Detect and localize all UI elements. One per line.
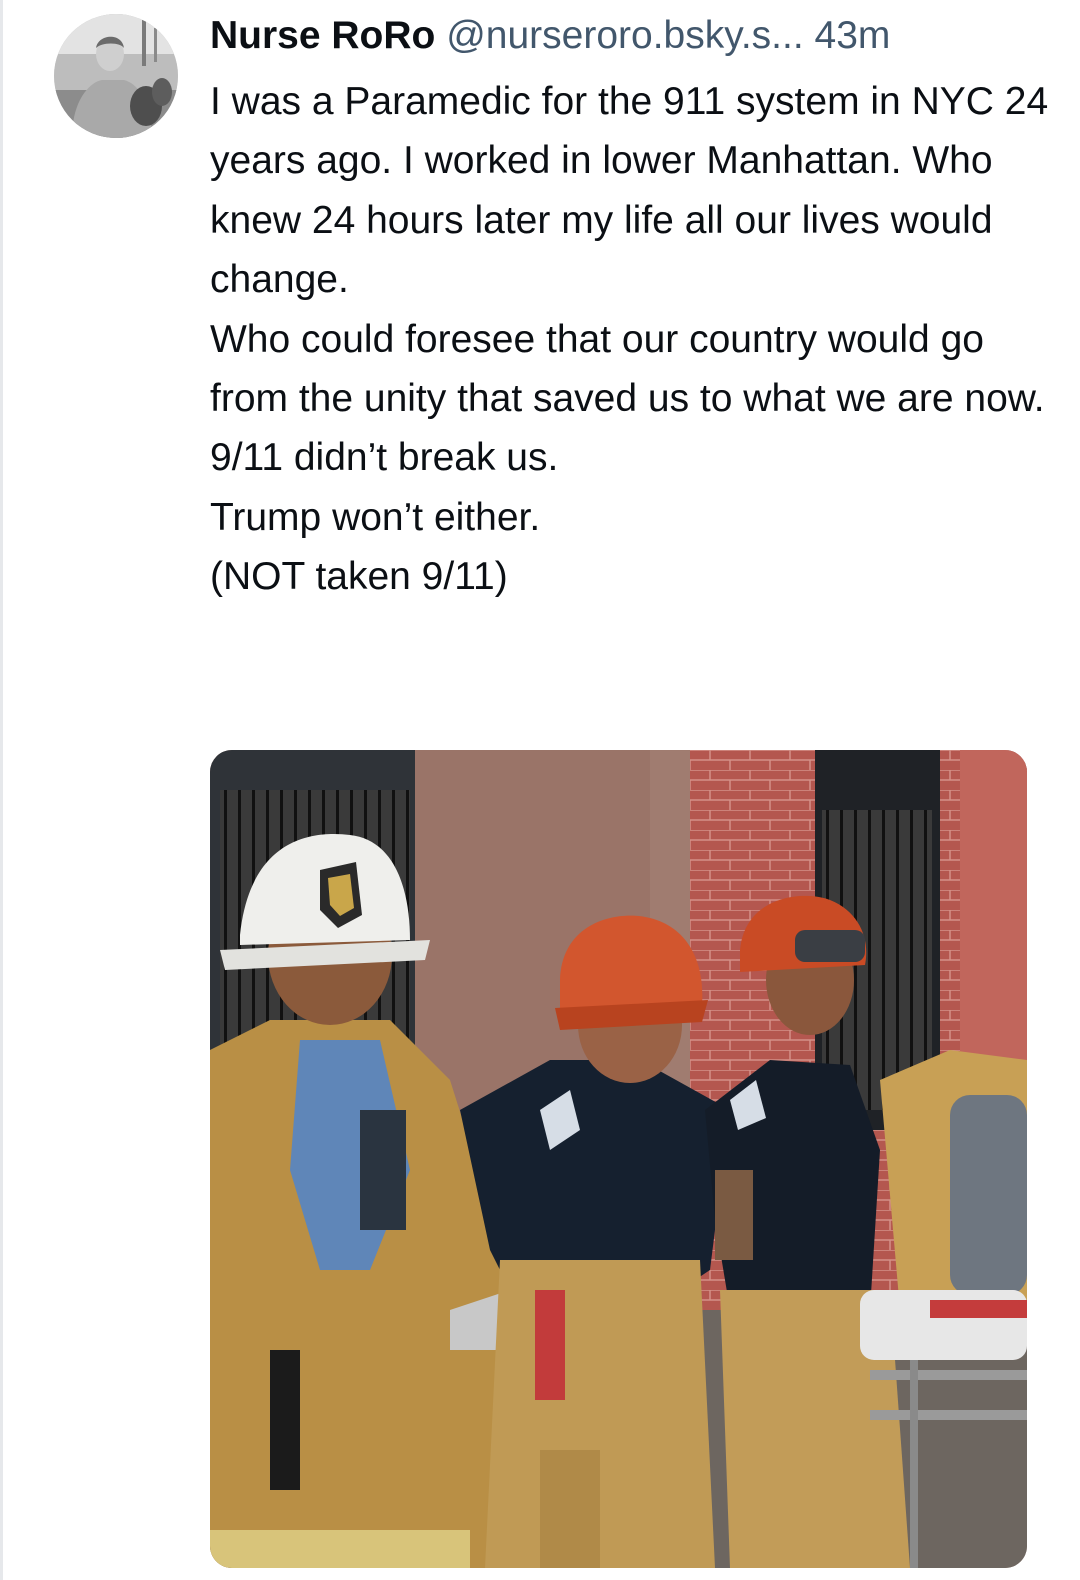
first-responders-photo	[210, 750, 1027, 1568]
post-header: Nurse RoRo @nurseroro.bsky.s... 43m	[210, 10, 1050, 62]
avatar-photo	[54, 14, 178, 138]
post-paragraph: Who could foresee that our country would…	[210, 317, 1045, 480]
post-image[interactable]	[210, 750, 1027, 1568]
author-avatar[interactable]	[54, 14, 178, 138]
post-paragraph: I was a Paramedic for the 911 system in …	[210, 80, 1049, 302]
thread-divider	[0, 0, 3, 1580]
author-display-name[interactable]: Nurse RoRo	[210, 14, 435, 57]
post-timestamp[interactable]: 43m	[815, 14, 891, 57]
post-paragraph: (NOT taken 9/11)	[210, 555, 508, 599]
post-body: I was a Paramedic for the 911 system in …	[210, 72, 1055, 607]
author-handle[interactable]: @nurseroro.bsky.s...	[446, 14, 803, 57]
post-paragraph: Trump won’t either.	[210, 495, 541, 539]
